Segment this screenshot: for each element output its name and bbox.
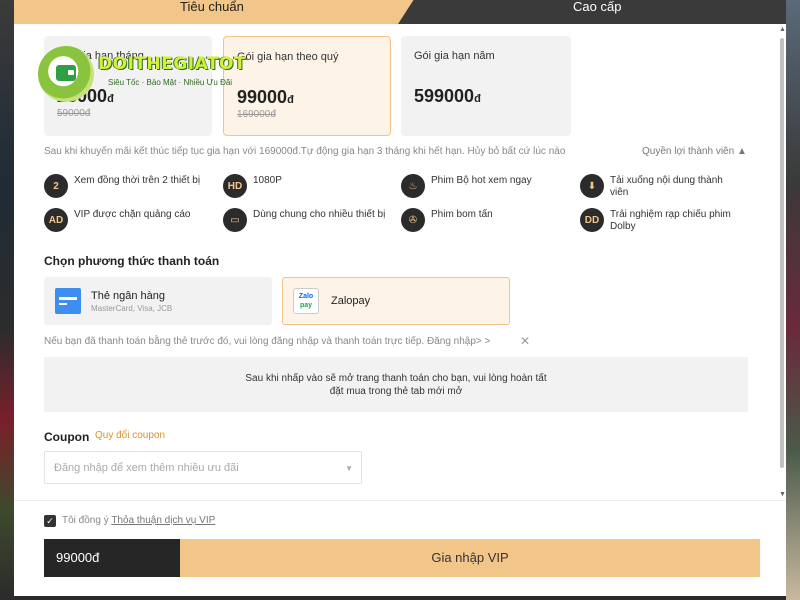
feature-label: Phim bom tấn (431, 209, 493, 220)
feature-1080p: HD 1080P (223, 174, 398, 198)
plan-old-price: 59000đ (57, 108, 91, 119)
watermark-logo: DOITHEGIATOT Siêu Tốc · Bảo Mật · Nhiều … (38, 46, 258, 102)
close-icon[interactable]: ✕ (520, 334, 530, 348)
fire-icon: ♨ (401, 174, 425, 198)
feature-label: VIP được chặn quảng cáo (74, 209, 191, 220)
agree-prefix: Tôi đồng ý (62, 515, 109, 526)
total-price: 99000đ (44, 539, 180, 577)
feature-download: ⬇ Tải xuống nội dung thành viên (580, 174, 740, 199)
payment-option-bank-card[interactable]: Thẻ ngân hàng MasterCard, Visa, JCB (44, 277, 272, 325)
info-line-2: đặt mua trong thẻ tab mới mở (329, 386, 463, 397)
join-vip-button[interactable]: Gia nhập VIP (180, 539, 760, 577)
tab-standard-label: Tiêu chuẩn (180, 0, 244, 14)
plan-yearly[interactable]: Gói gia hạn năm 599000đ (401, 36, 571, 136)
feature-hot-series: ♨ Phim Bộ hot xem ngay (401, 174, 576, 198)
dolby-icon: DD (580, 208, 604, 232)
agree-text: Tôi đồng ý Thỏa thuận dịch vụ VIP (62, 515, 215, 526)
tab-premium[interactable]: Cao cấp (398, 0, 786, 24)
wallet-card-icon (56, 65, 76, 81)
vip-terms-link[interactable]: Thỏa thuận dịch vụ VIP (111, 515, 215, 526)
plan-price: 599000đ (414, 86, 481, 107)
plan-name: Gói gia hạn năm (414, 50, 495, 62)
scroll-down-icon[interactable]: ▼ (779, 491, 786, 498)
logo-title: DOITHEGIATOT (98, 54, 247, 74)
chevron-up-icon: ▲ (736, 146, 747, 157)
redeem-coupon-link[interactable]: Quy đổi coupon (95, 430, 165, 441)
zalopay-icon: Zalo pay (293, 288, 319, 314)
member-benefits-link[interactable]: Quyền lợi thành viên ▲ (642, 146, 747, 157)
feature-blockbuster: ✇ Phim bom tấn (401, 208, 576, 232)
agree-checkbox[interactable]: ✓ (44, 515, 56, 527)
feature-label: Phim Bộ hot xem ngay (431, 175, 532, 186)
tab-standard[interactable]: Tiêu chuẩn (14, 0, 414, 24)
scroll-up-icon[interactable]: ▲ (779, 26, 786, 33)
payment-option-zalopay[interactable]: Zalo pay Zalopay (282, 277, 510, 325)
plan-old-price: 169000đ (237, 109, 276, 120)
payment-name: Zalopay (331, 295, 371, 307)
tv-icon: ▭ (223, 208, 247, 232)
logo-subtitle: Siêu Tốc · Bảo Mật · Nhiều Ưu Đãi (108, 78, 233, 87)
payment-section-title: Chọn phương thức thanh toán (44, 254, 220, 268)
scrollbar-thumb[interactable] (780, 38, 784, 468)
ad-block-icon: AD (44, 208, 68, 232)
plan-tabs: Tiêu chuẩn Cao cấp (14, 0, 786, 24)
plan-price-value: 599000 (414, 86, 475, 106)
two-devices-icon: 2 (44, 174, 68, 198)
checkout-footer: ✓ Tôi đồng ý Thỏa thuận dịch vụ VIP 9900… (14, 500, 786, 596)
film-reel-icon: ✇ (401, 208, 425, 232)
feature-ad-block: AD VIP được chặn quảng cáo (44, 208, 219, 232)
modal-content: Gói gia hạn tháng 23000đ 59000đ Gói gia … (14, 24, 778, 500)
payment-info-box: Sau khi nhấp vào sẽ mở trang thanh toán … (44, 357, 748, 412)
background-poster-strip-right (786, 0, 800, 600)
coupon-label: Coupon (44, 430, 90, 444)
coupon-placeholder: Đăng nhập để xem thêm nhiều ưu đãi (54, 462, 239, 474)
plan-currency: đ (287, 94, 294, 106)
credit-card-icon (55, 288, 81, 314)
feature-dolby: DD Trải nghiệm rạp chiếu phim Dolby (580, 208, 740, 233)
feature-label: Trải nghiệm rạp chiếu phim Dolby (610, 209, 731, 232)
payment-sub: MasterCard, Visa, JCB (91, 304, 173, 313)
feature-label: Xem đồng thời trên 2 thiết bị (74, 175, 201, 186)
feature-label: Tải xuống nội dung thành viên (610, 175, 723, 198)
background-poster-strip-left (0, 0, 14, 600)
zalopay-icon-bottom: pay (299, 302, 313, 309)
feature-label: Dùng chung cho nhiều thiết bị (253, 209, 386, 220)
member-benefits-label: Quyền lợi thành viên (642, 146, 735, 157)
feature-two-devices: 2 Xem đồng thời trên 2 thiết bị (44, 174, 219, 198)
zalopay-icon-top: Zalo (298, 293, 314, 300)
caret-down-icon: ▼ (345, 464, 353, 473)
feature-label: 1080P (253, 175, 282, 186)
renewal-note: Sau khi khuyến mãi kết thúc tiếp tục gia… (44, 146, 566, 157)
content-scrollbar[interactable]: ▲ ▼ (778, 24, 786, 500)
tab-premium-label: Cao cấp (573, 0, 622, 14)
hd-icon: HD (223, 174, 247, 198)
feature-multi-device: ▭ Dùng chung cho nhiều thiết bị (223, 208, 398, 232)
coupon-select[interactable]: Đăng nhập để xem thêm nhiều ưu đãi ▼ (44, 451, 362, 484)
info-line-1: Sau khi nhấp vào sẽ mở trang thanh toán … (245, 373, 547, 384)
download-icon: ⬇ (580, 174, 604, 198)
payment-name: Thẻ ngân hàng (91, 290, 166, 302)
plan-currency: đ (474, 93, 481, 105)
login-note[interactable]: Nếu bạn đã thanh toán bằng thẻ trước đó,… (44, 336, 490, 347)
vip-purchase-modal: Tiêu chuẩn Cao cấp Gói gia hạn tháng 230… (14, 0, 786, 596)
